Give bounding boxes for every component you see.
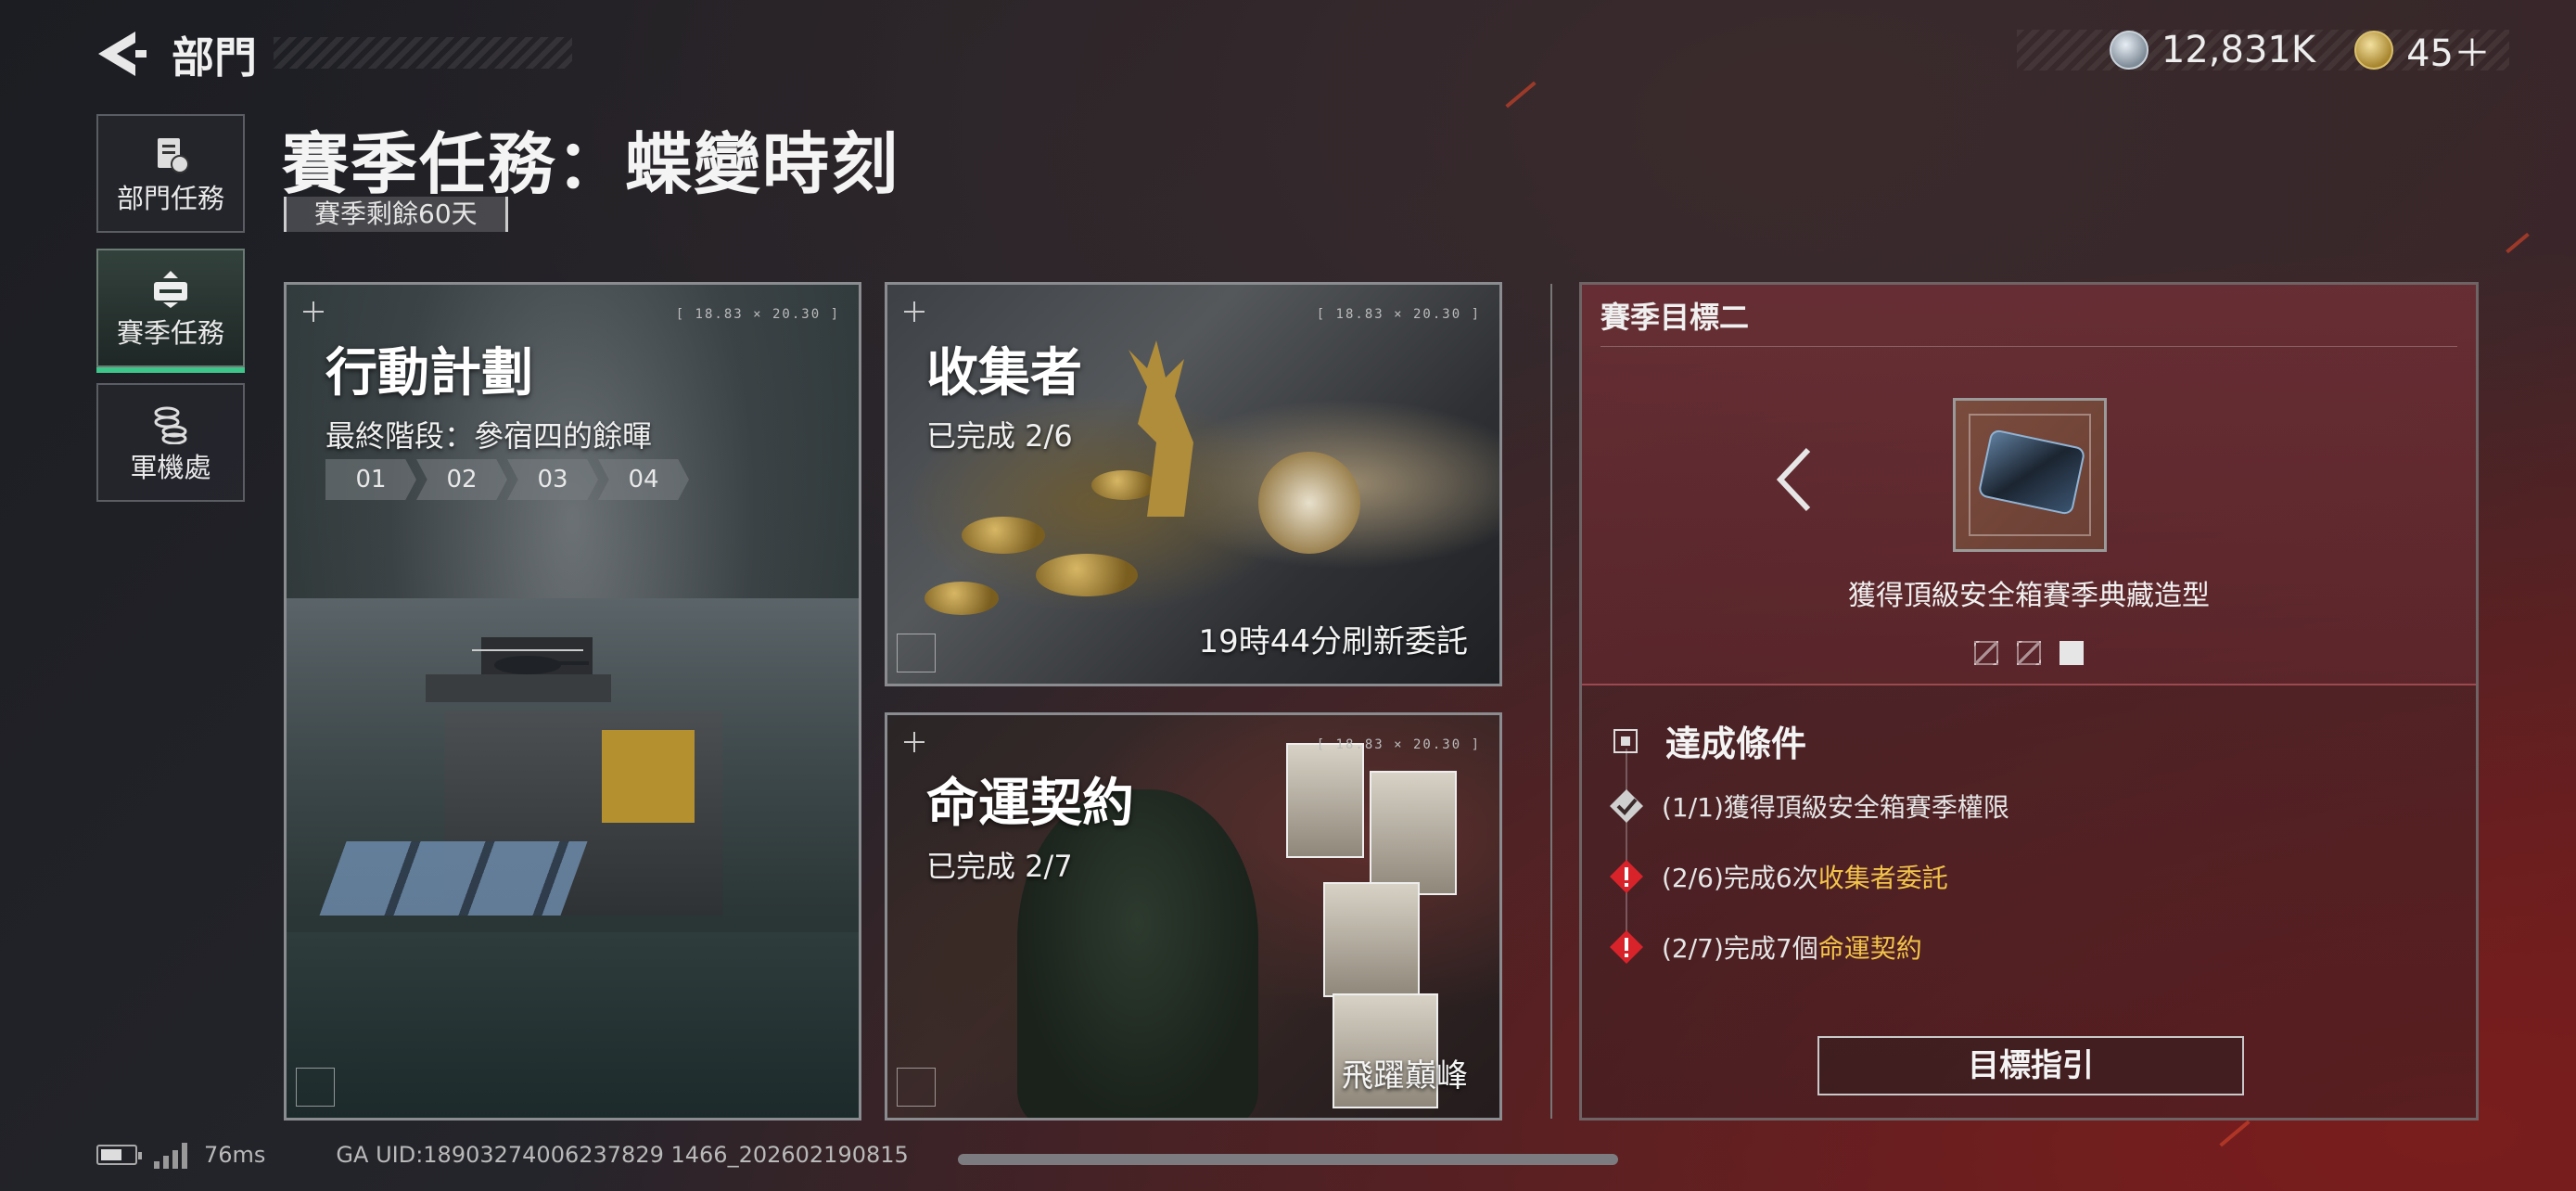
- season-goal-panel: 賽季目標二 獲得頂級安全箱賽季典藏造型 達成條件 (1/1)獲得頂級安全箱賽季權…: [1579, 282, 2479, 1121]
- reward-item-slot[interactable]: [1953, 398, 2107, 552]
- sidebar-item-label: 軍機處: [130, 452, 211, 483]
- page-dot[interactable]: [1974, 641, 1998, 665]
- reward-description: 獲得頂級安全箱賽季典藏造型: [1848, 580, 2210, 612]
- reward-preview: 賽季目標二 獲得頂級安全箱賽季典藏造型: [1582, 285, 2476, 685]
- card-progress: 已完成 2/7: [926, 849, 1073, 884]
- card-title: 命運契約: [926, 774, 1134, 834]
- sidebar-item-label: 部門任務: [116, 183, 224, 214]
- uid-text: GA UID:18903274006237829 1466_2026021908…: [336, 1142, 909, 1168]
- card-progress: 已完成 2/6: [926, 418, 1073, 454]
- page-indicator: [1582, 641, 2476, 665]
- alert-icon: [1610, 930, 1643, 964]
- card-title: 收集者: [926, 343, 1082, 403]
- condition-row: (1/1)獲得頂級安全箱賽季權限: [1608, 788, 2009, 825]
- season-task-icon: [154, 271, 187, 308]
- condition-link[interactable]: 收集者委託: [1818, 863, 1948, 893]
- golden-cup-artwork: [1258, 452, 1360, 554]
- fate-contract-card[interactable]: [ 18.83 × 20.30 ] 命運契約 已完成 2/7 飛躍巔峰: [885, 712, 1502, 1121]
- gold-coin-icon: [2354, 31, 2394, 70]
- conditions-title: 達成條件: [1665, 724, 1807, 764]
- sidebar-item-label: 賽季任務: [116, 317, 224, 349]
- card-subtitle: 最終階段：參宿四的餘暉: [325, 418, 653, 454]
- page-dot[interactable]: [2017, 641, 2041, 665]
- corner-frame-icon: [897, 634, 936, 672]
- stage-step: 01: [325, 459, 416, 500]
- condition-row: (2/6)完成6次收集者委託: [1608, 858, 1948, 895]
- section-title: 部門: [172, 32, 257, 83]
- operation-plan-card[interactable]: [ 18.83 × 20.30 ] 行動計劃 最終階段：參宿四的餘暉 01 02…: [284, 282, 861, 1121]
- alert-icon: [1610, 860, 1643, 893]
- home-indicator[interactable]: [958, 1154, 1618, 1165]
- card-code: [ 18.83 × 20.30 ]: [1316, 307, 1481, 322]
- stage-step: 03: [507, 459, 598, 500]
- page-dot-active[interactable]: [2060, 641, 2084, 665]
- corner-frame-icon: [897, 1068, 936, 1107]
- wanted-poster: [1323, 882, 1420, 997]
- silver-coin-icon: [2109, 31, 2149, 70]
- condition-text: (2/7)完成7個: [1662, 933, 1818, 964]
- ember-spark: [2219, 1120, 2251, 1147]
- back-button[interactable]: [95, 28, 150, 80]
- back-arrow-icon: [98, 32, 147, 76]
- stage-steps: 01 02 03 04: [325, 459, 689, 500]
- conditions-header: 達成條件: [1613, 715, 1806, 766]
- refresh-timer: 19時44分刷新委託: [1198, 623, 1468, 660]
- divider: [1550, 284, 1552, 1119]
- signal-icon: [154, 1141, 187, 1169]
- helicopter-artwork: [472, 649, 589, 674]
- gold-coin-amount: 45＋: [2406, 32, 2491, 75]
- wanted-poster: [1370, 771, 1457, 895]
- title-hatch-decoration: [274, 37, 572, 69]
- card-title: 行動計劃: [325, 343, 533, 403]
- condition-link[interactable]: 命運契約: [1818, 933, 1922, 964]
- sidebar-item-military-office[interactable]: 軍機處: [96, 383, 245, 502]
- goal-guide-button[interactable]: 目標指引: [1817, 1036, 2244, 1095]
- status-footer: 76ms GA UID:18903274006237829 1466_20260…: [96, 1141, 909, 1169]
- silver-coin-amount: 12,831K: [2161, 29, 2316, 71]
- golden-deer-artwork: [1129, 340, 1193, 517]
- sidebar-item-season-tasks[interactable]: 賽季任務: [96, 249, 245, 373]
- season-remaining-badge: 賽季剩餘60天: [284, 197, 508, 232]
- ember-spark: [1505, 81, 1537, 109]
- condition-text: (2/6)完成6次: [1662, 863, 1818, 893]
- ping-value: 76ms: [204, 1142, 266, 1168]
- battery-icon: [96, 1145, 142, 1165]
- stage-step: 04: [598, 459, 689, 500]
- coin-stack-icon: [154, 406, 187, 444]
- stage-step: 02: [416, 459, 507, 500]
- condition-text: (1/1)獲得頂級安全箱賽季權限: [1662, 792, 2009, 823]
- checkmark-icon: [1610, 789, 1643, 823]
- document-icon: [158, 138, 189, 173]
- page-title: 賽季任務：蝶變時刻: [282, 125, 900, 203]
- corner-frame-icon: [296, 1068, 335, 1107]
- condition-row: (2/7)完成7個命運契約: [1608, 928, 1922, 966]
- card-code: [ 18.83 × 20.30 ]: [1316, 737, 1481, 752]
- collector-card[interactable]: [ 18.83 × 20.30 ] 收集者 已完成 2/6 19時44分刷新委託: [885, 282, 1502, 686]
- hooded-figure-artwork: [1017, 789, 1258, 1118]
- card-code: [ 18.83 × 20.30 ]: [675, 307, 840, 322]
- sidebar-item-dept-tasks[interactable]: 部門任務: [96, 114, 245, 233]
- chevron-left-icon[interactable]: [1767, 442, 1823, 517]
- wanted-poster: [1286, 743, 1364, 858]
- card-footer: 飛躍巔峰: [1342, 1057, 1468, 1095]
- goal-title: 賽季目標二: [1600, 300, 1750, 335]
- currency-bar: 12,831K 45＋: [2016, 29, 2509, 75]
- ember-spark: [2506, 232, 2530, 254]
